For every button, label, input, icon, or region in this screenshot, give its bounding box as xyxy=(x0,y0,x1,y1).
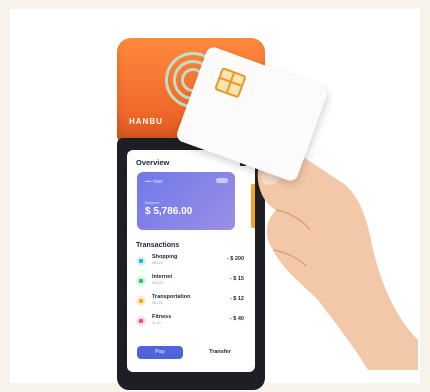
card-number: •••• 7890 xyxy=(145,179,163,184)
transaction-time: 08:120 xyxy=(152,301,163,305)
pos-device: Overview •••• 7890 Balance $ 5,786.00 Tr… xyxy=(117,138,265,390)
balance-value: $ 5,786.00 xyxy=(145,206,193,217)
transaction-name: Internet xyxy=(152,274,173,280)
transaction-time: 08:120 xyxy=(152,261,163,265)
transaction-amount: - $ 40 xyxy=(229,316,244,322)
transaction-name: Transportation xyxy=(152,294,191,300)
transaction-amount: - $ 15 xyxy=(229,276,244,282)
transaction-row-transportation[interactable]: Transportation 08:120 - $ 12 xyxy=(136,294,246,310)
chip-icon xyxy=(214,67,247,99)
transaction-time: 11:20 xyxy=(152,321,161,325)
page-title: Overview xyxy=(136,158,170,167)
transaction-row-internet[interactable]: Internet 09:120 - $ 15 xyxy=(136,274,246,290)
transactions-title: Transactions xyxy=(136,242,180,249)
transaction-time: 09:120 xyxy=(152,281,163,285)
transaction-row-fitness[interactable]: Fitness 11:20 - $ 40 xyxy=(136,314,246,330)
transaction-name: Fitness xyxy=(152,314,172,320)
car-icon xyxy=(136,296,146,306)
wifi-icon xyxy=(136,276,146,286)
transaction-amount: - $ 12 xyxy=(229,296,244,302)
balance-label: Balance xyxy=(145,200,160,205)
balance-card[interactable]: •••• 7890 Balance $ 5,786.00 xyxy=(137,172,235,230)
device-screen: Overview •••• 7890 Balance $ 5,786.00 Tr… xyxy=(127,150,255,372)
shopping-icon xyxy=(136,256,146,266)
brand-logo: HANBU xyxy=(129,117,163,126)
fitness-icon xyxy=(136,316,146,326)
transaction-row-shopping[interactable]: Shopping 08:120 - $ 200 xyxy=(136,254,246,270)
transfer-button[interactable]: Transfer xyxy=(197,346,243,359)
transaction-amount: - $ 200 xyxy=(226,256,244,262)
pay-button[interactable]: Pay xyxy=(137,346,183,359)
card-toggle[interactable] xyxy=(216,178,228,183)
transaction-name: Shopping xyxy=(152,254,178,260)
